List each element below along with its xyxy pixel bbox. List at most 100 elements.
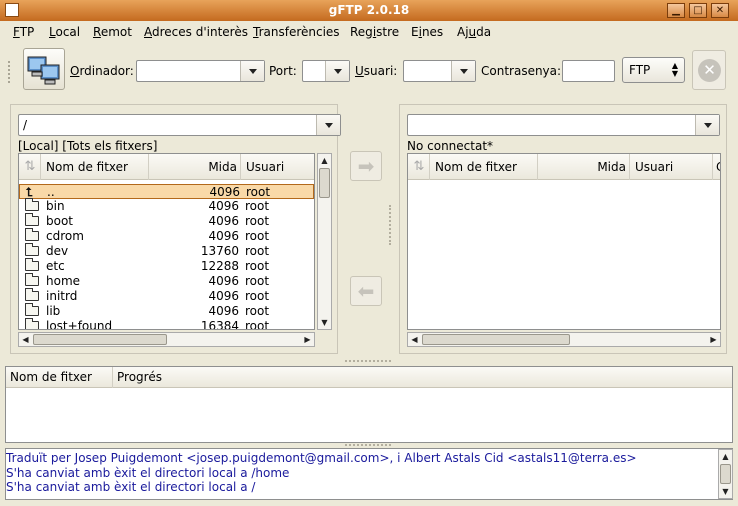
local-col-user[interactable]: Usuari — [241, 154, 314, 180]
log-line: Traduït per Josep Puigdemont <josep.puig… — [6, 451, 637, 465]
file-user: root — [245, 214, 270, 228]
maximize-button[interactable]: □ — [689, 3, 707, 18]
log-vertical-scrollbar[interactable]: ▲ ▼ — [718, 449, 733, 499]
local-col-name[interactable]: Nom de fitxer — [41, 154, 149, 180]
remote-sort-column[interactable]: ⇅ — [408, 154, 430, 180]
file-row[interactable]: initrd 4096 root — [19, 288, 314, 304]
user-dropdown-icon[interactable] — [451, 61, 475, 81]
sort-arrow-icon: ⇅ — [413, 159, 425, 174]
remote-horizontal-scrollbar[interactable]: ◀ ▶ — [407, 332, 721, 347]
remote-col-user[interactable]: Usuari — [630, 154, 713, 180]
file-user: root — [245, 259, 270, 273]
menu-ajuda[interactable]: Ajuda — [457, 25, 491, 39]
stop-icon: ✕ — [698, 59, 721, 82]
host-dropdown-icon[interactable] — [240, 61, 264, 81]
remote-pane-label: No connectat* — [407, 139, 494, 153]
sort-arrow-icon: ⇅ — [24, 159, 36, 174]
file-name: bin — [46, 199, 65, 213]
menu-local[interactable]: Local — [49, 25, 80, 39]
queue-resize-grip[interactable] — [345, 360, 391, 363]
file-name: .. — [47, 185, 55, 199]
local-path-combo[interactable]: / — [18, 114, 341, 136]
menu-transferencies[interactable]: Transferències — [253, 25, 340, 39]
queue-col-name[interactable]: Nom de fitxer — [6, 367, 113, 388]
folder-icon — [25, 273, 39, 286]
scroll-down-icon[interactable]: ▼ — [719, 485, 732, 498]
folder-icon — [25, 213, 39, 226]
scroll-right-icon[interactable]: ▶ — [707, 333, 720, 346]
transfer-queue[interactable]: Nom de fitxer Progrés — [5, 366, 733, 443]
menu-bar: FTP Local Remot Adreces d'interès Transf… — [0, 21, 738, 43]
pane-resize-grip[interactable] — [389, 205, 392, 245]
local-file-list[interactable]: ⇅ Nom de fitxer Mida Usuari ⮤ .. 4096 ro… — [18, 153, 315, 330]
menu-registre[interactable]: Registre — [350, 25, 399, 39]
upload-button[interactable]: ➡ — [350, 151, 382, 181]
local-sort-column[interactable]: ⇅ — [19, 154, 41, 180]
port-dropdown-icon[interactable] — [325, 61, 349, 81]
log-vscroll-thumb[interactable] — [720, 464, 731, 484]
file-row[interactable]: etc 12288 root — [19, 258, 314, 274]
remote-col-name[interactable]: Nom de fitxer — [430, 154, 538, 180]
scroll-left-icon[interactable]: ◀ — [19, 333, 32, 346]
file-row[interactable]: cdrom 4096 root — [19, 228, 314, 244]
local-vertical-scrollbar[interactable]: ▲ ▼ — [317, 153, 332, 330]
file-size: 12288 — [200, 259, 239, 273]
local-horizontal-scrollbar[interactable]: ◀ ▶ — [18, 332, 315, 347]
remote-hscroll-thumb[interactable] — [422, 334, 570, 345]
file-user: root — [245, 319, 270, 330]
download-button[interactable]: ⬅ — [350, 276, 382, 306]
port-combo[interactable] — [302, 60, 350, 82]
protocol-select[interactable]: FTP ▲ ▼ — [622, 57, 685, 83]
scroll-up-icon[interactable]: ▲ — [318, 154, 331, 167]
file-row[interactable]: bin 4096 root — [19, 198, 314, 214]
remote-path-dropdown-icon[interactable] — [695, 115, 719, 135]
connect-button[interactable] — [23, 48, 65, 90]
scroll-up-icon[interactable]: ▲ — [719, 450, 732, 463]
file-row[interactable]: lost+found 16384 root — [19, 318, 314, 330]
folder-icon — [25, 198, 39, 211]
local-pane: / [Local] [Tots els fitxers] ⇅ Nom de fi… — [10, 104, 341, 354]
remote-pane: No connectat* ⇅ Nom de fitxer Mida Usuar… — [399, 104, 727, 354]
local-vscroll-thumb[interactable] — [319, 168, 330, 198]
remote-file-list[interactable]: ⇅ Nom de fitxer Mida Usuari C — [407, 153, 721, 330]
menu-ftp[interactable]: FTP — [13, 25, 34, 39]
queue-header: Nom de fitxer Progrés — [6, 367, 732, 388]
file-row[interactable]: dev 13760 root — [19, 243, 314, 259]
host-combo[interactable] — [136, 60, 265, 82]
arrow-left-icon: ⬅ — [357, 279, 375, 303]
file-row[interactable]: boot 4096 root — [19, 213, 314, 229]
file-size: 4096 — [209, 185, 240, 199]
remote-col-extra[interactable]: C — [713, 154, 720, 180]
menu-eines[interactable]: Eines — [411, 25, 443, 39]
minimize-button[interactable]: ▁ — [667, 3, 685, 18]
remote-path-combo[interactable] — [407, 114, 720, 136]
local-col-size[interactable]: Mida — [149, 154, 241, 180]
remote-col-size[interactable]: Mida — [538, 154, 630, 180]
password-label: Contrasenya: — [481, 64, 562, 78]
scroll-left-icon[interactable]: ◀ — [408, 333, 421, 346]
local-path-dropdown-icon[interactable] — [316, 115, 340, 135]
menu-adreces[interactable]: Adreces d'interès — [144, 25, 248, 39]
file-row[interactable]: ⮤ .. 4096 root — [19, 184, 314, 199]
stop-button[interactable]: ✕ — [692, 50, 726, 90]
queue-col-progress[interactable]: Progrés — [113, 367, 732, 388]
local-hscroll-thumb[interactable] — [33, 334, 167, 345]
log-line: S'ha canviat amb èxit el directori local… — [6, 466, 290, 480]
scroll-down-icon[interactable]: ▼ — [318, 316, 331, 329]
file-name: etc — [46, 259, 65, 273]
password-field[interactable] — [562, 60, 615, 82]
folder-icon — [25, 243, 39, 256]
close-window-button[interactable]: ✕ — [711, 3, 729, 18]
user-combo[interactable] — [403, 60, 476, 82]
menu-remot[interactable]: Remot — [93, 25, 132, 39]
file-name: lib — [46, 304, 61, 318]
toolbar-grip[interactable] — [8, 61, 11, 83]
scroll-right-icon[interactable]: ▶ — [301, 333, 314, 346]
log-resize-grip[interactable] — [345, 444, 391, 447]
file-size: 4096 — [208, 199, 239, 213]
file-row[interactable]: home 4096 root — [19, 273, 314, 289]
local-path-value: / — [23, 118, 28, 132]
folder-icon — [25, 318, 39, 329]
file-size: 4096 — [208, 274, 239, 288]
file-row[interactable]: lib 4096 root — [19, 303, 314, 319]
